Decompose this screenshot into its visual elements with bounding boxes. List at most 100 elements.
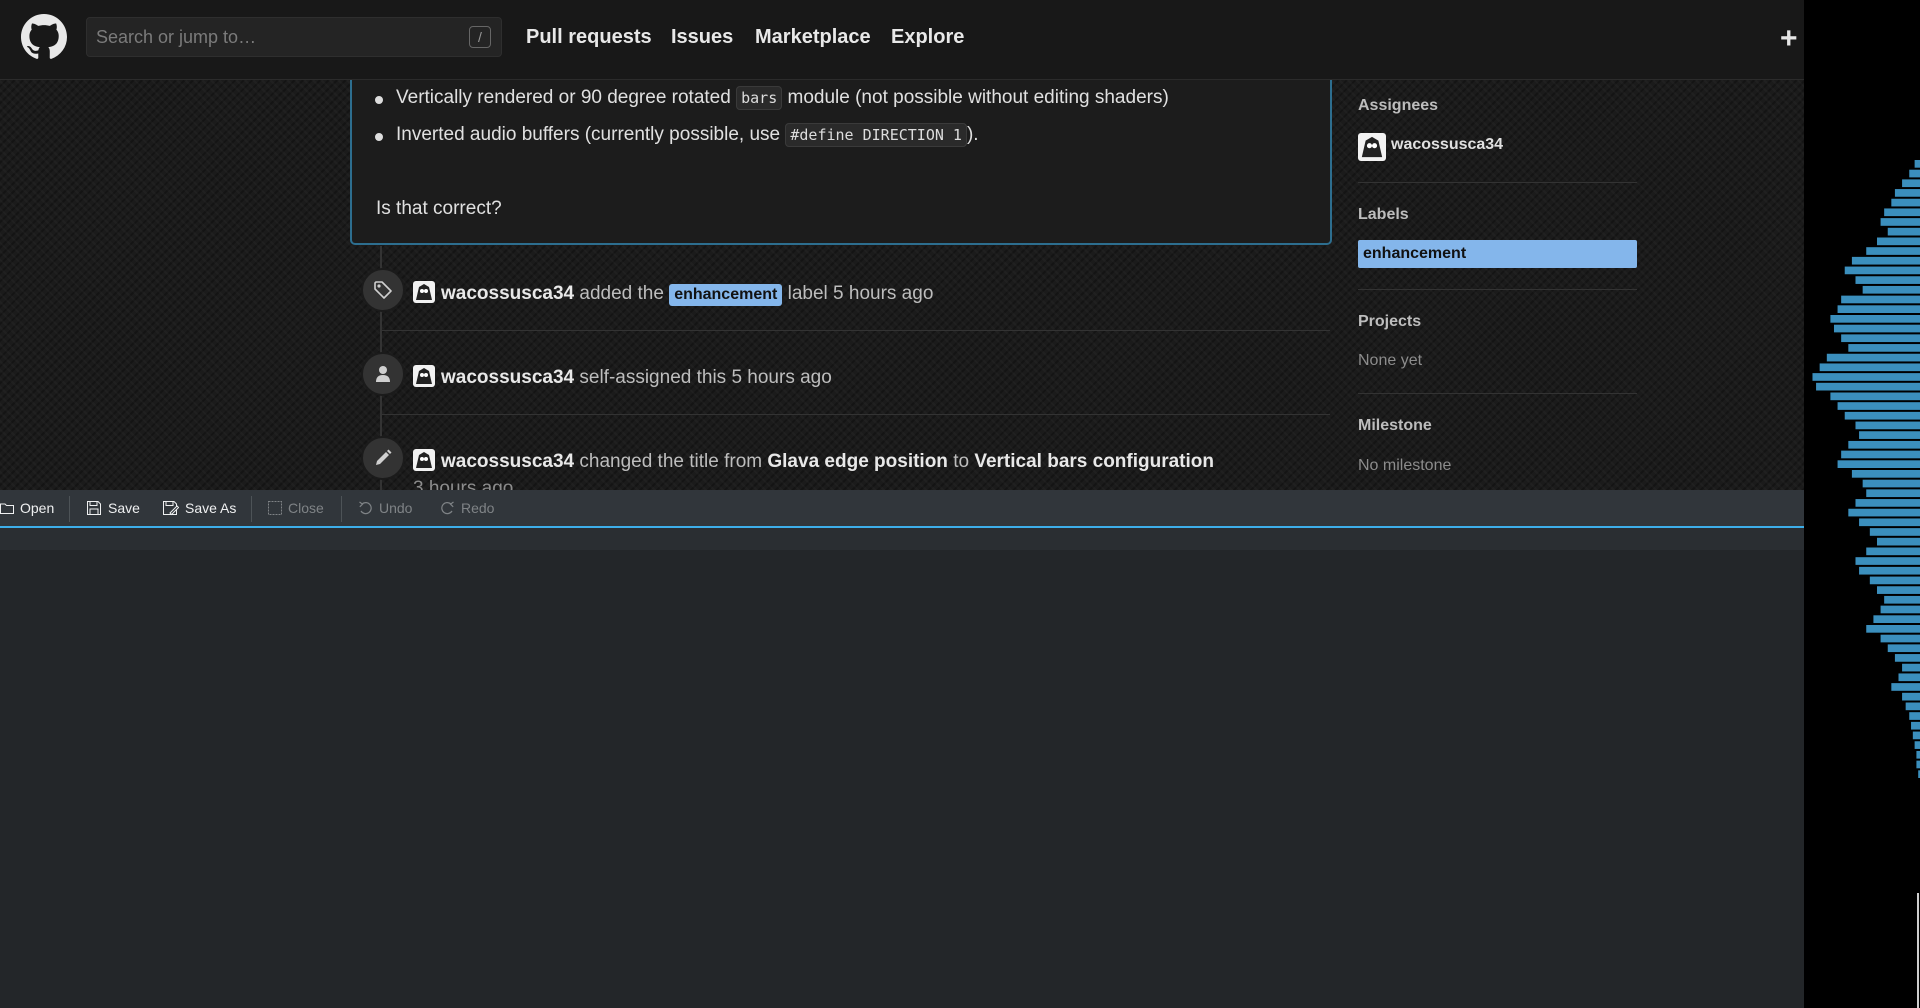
person-icon [376,366,390,382]
event-time[interactable]: 5 hours ago [731,367,831,388]
save-as-label: Save As [185,500,237,516]
event-time[interactable]: 3 hours ago [413,478,513,490]
label-event-badge [361,268,405,312]
sidebar-label-enhancement[interactable]: enhancement [1358,240,1637,268]
event-text: changed the title from [574,451,768,472]
open-label: Open [20,500,55,516]
visualizer-bar [1912,731,1920,740]
milestone-heading: Milestone [1358,417,1432,434]
nav-issues[interactable]: Issues [671,26,733,49]
visualizer-bar [1830,315,1920,323]
visualizer-bar [1894,654,1920,662]
visualizer-bar [1859,431,1920,439]
close-button[interactable]: Close [268,490,324,526]
visualizer-bar [1905,702,1920,711]
close-label: Close [288,500,324,516]
event-user-link[interactable]: wacossusca34 [441,451,574,472]
event-user-link[interactable]: wacossusca34 [441,283,574,304]
visualizer-bar [1841,450,1920,459]
visualizer-bar [1902,692,1920,701]
visualizer-bar [1844,411,1920,420]
timeline-divider [380,330,1330,331]
visualizer-bar [1866,489,1920,498]
bullet-text: Inverted audio buffers (currently possib… [396,124,786,145]
github-header: / Pull requests Issues Marketplace Explo… [0,0,1804,80]
undo-button[interactable]: Undo [358,490,412,526]
visualizer-edge-marker [1917,893,1919,1008]
visualizer-bar [1859,566,1920,575]
bullet-text: ). [966,124,979,145]
visualizer-bar [1848,440,1920,449]
projects-value: None yet [1358,352,1423,369]
visualizer-bar [1869,528,1920,536]
search-box[interactable]: / [86,17,510,57]
avatar [413,365,435,387]
visualizer-bar [1876,586,1920,594]
assign-event-badge [361,352,405,396]
enhancement-label[interactable]: enhancement [669,284,783,306]
visualizer-bar [1862,479,1920,488]
save-as-button[interactable]: Save As [162,490,236,526]
visualizer-bar [1837,402,1920,410]
milestone-value: No milestone [1358,457,1452,474]
undo-label: Undo [379,500,413,516]
redo-button[interactable]: Redo [440,490,494,526]
visualizer-bar [1884,595,1920,604]
assignee-avatar[interactable] [1358,133,1386,161]
visualizer-bar [1873,615,1920,623]
event-time[interactable]: 5 hours ago [833,283,933,304]
github-logo-icon[interactable] [21,14,67,60]
event-user-link[interactable]: wacossusca34 [441,367,574,388]
pencil-icon [376,449,392,465]
visualizer-bar [1862,285,1920,294]
visualizer-bar [1916,760,1920,769]
sidebar-divider [1358,393,1637,394]
visualizer-bar [1880,605,1920,614]
save-icon [87,501,101,515]
visualizer-bar [1911,721,1920,730]
nav-marketplace[interactable]: Marketplace [755,26,871,49]
new-title: Vertical bars configuration [974,451,1214,472]
event-text: to [947,451,975,472]
visualizer-bar [1914,741,1920,749]
inline-code: #define DIRECTION 1 [785,123,967,147]
visualizer-bar [1841,295,1920,304]
editor-canvas[interactable] [0,550,1804,1008]
visualizer-bar [1866,247,1920,255]
tag-icon [374,281,392,299]
editor-toolbar: Open Save Save As Close Undo Redo [0,490,1804,528]
save-as-icon [163,501,179,516]
bullet-text: Vertically rendered or 90 degree rotated [396,87,737,108]
open-button[interactable]: Open [0,490,54,526]
assignee-name[interactable]: wacossusca34 [1391,136,1503,154]
close-document-icon [268,501,282,515]
sidebar-divider [1358,182,1637,183]
visualizer-bar [1848,344,1920,352]
create-new-plus-icon[interactable]: + [1780,24,1798,54]
toolbar-separator [341,496,342,522]
visualizer-bar [1869,576,1920,585]
rename-event: wacossusca34 changed the title from Glav… [413,449,1214,473]
old-title: Glava edge position [767,451,948,472]
visualizer-bar [1887,227,1920,236]
save-button[interactable]: Save [86,490,140,526]
bullet-dot [375,96,383,104]
bullet-dot [375,133,383,141]
nav-pull-requests[interactable]: Pull requests [526,26,652,49]
visualizer-bar [1855,421,1920,430]
visualizer-bar [1916,750,1920,759]
rename-event-badge [361,436,405,480]
visualizer-bar [1830,392,1920,401]
visualizer-bar [1909,169,1920,178]
search-input[interactable] [87,18,510,56]
redo-label: Redo [461,500,495,516]
visualizer-bar [1837,305,1920,313]
visualizer-bar [1891,198,1920,207]
visualizer-bar [1812,373,1920,381]
nav-explore[interactable]: Explore [891,26,964,49]
toolbar-separator [251,496,252,522]
visualizer-bars [1812,160,1920,778]
visualizer-bar [1914,160,1920,168]
visualizer-bar [1844,266,1920,275]
toolbar-separator [69,496,70,522]
